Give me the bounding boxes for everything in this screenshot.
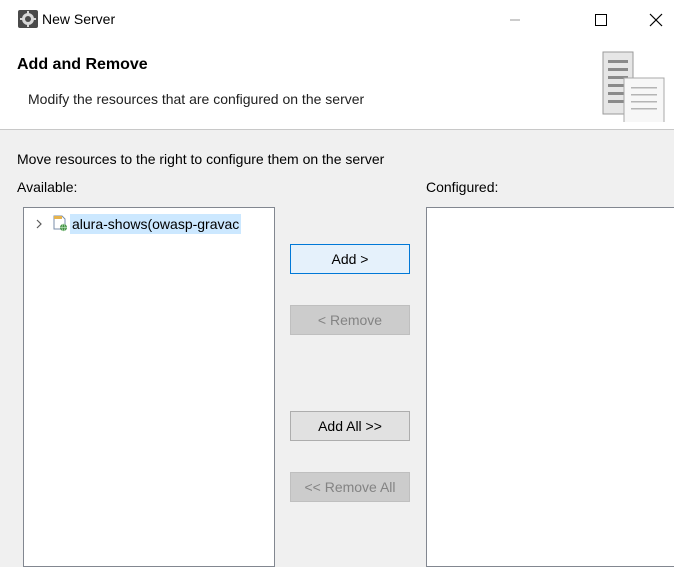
available-label: Available: bbox=[17, 179, 78, 195]
instruction-text: Move resources to the right to configure… bbox=[17, 151, 385, 167]
maximize-icon bbox=[595, 14, 607, 26]
add-button[interactable]: Add > bbox=[290, 244, 410, 274]
add-all-button[interactable]: Add All >> bbox=[290, 411, 410, 441]
wizard-header: Add and Remove Modify the resources that… bbox=[0, 40, 674, 130]
tree-item-alura-shows[interactable]: alura-shows(owasp-gravac bbox=[28, 214, 274, 234]
remove-button[interactable]: < Remove bbox=[290, 305, 410, 335]
available-list[interactable]: alura-shows(owasp-gravac bbox=[23, 207, 275, 567]
configured-label: Configured: bbox=[426, 179, 499, 195]
server-document-icon bbox=[602, 51, 665, 122]
server-gear-icon bbox=[18, 10, 38, 28]
window-title: New Server bbox=[42, 11, 116, 27]
remove-all-button[interactable]: << Remove All bbox=[290, 472, 410, 502]
web-project-icon bbox=[53, 215, 67, 232]
maximize-button[interactable] bbox=[578, 0, 624, 40]
minimize-button[interactable] bbox=[492, 0, 538, 40]
chevron-right-icon[interactable] bbox=[34, 218, 44, 230]
tree-item-label[interactable]: alura-shows(owasp-gravac bbox=[70, 214, 242, 234]
page-title: Add and Remove bbox=[17, 56, 148, 73]
page-description: Modify the resources that are configured… bbox=[28, 91, 365, 107]
minimize-icon bbox=[510, 19, 520, 21]
configured-list[interactable] bbox=[426, 207, 674, 567]
close-icon bbox=[649, 13, 663, 27]
close-button[interactable] bbox=[634, 0, 674, 40]
title-bar: New Server bbox=[0, 0, 674, 40]
